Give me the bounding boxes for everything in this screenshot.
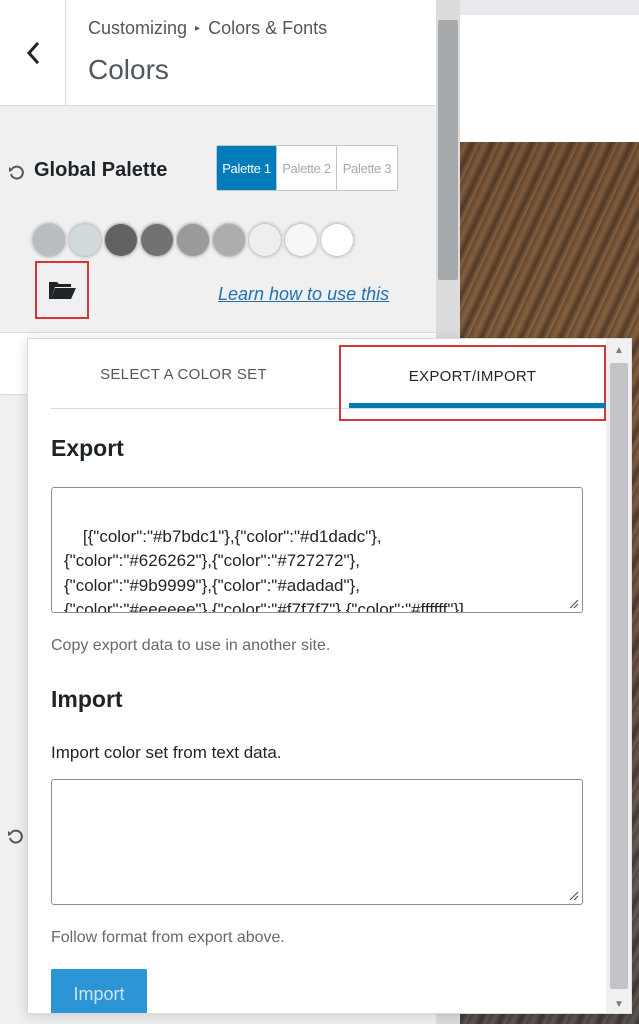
customizer-header: Customizing ▸ Colors & Fonts Colors xyxy=(0,0,436,106)
color-swatch[interactable] xyxy=(102,221,140,259)
color-swatches xyxy=(30,221,356,259)
import-heading: Import xyxy=(51,686,123,712)
scroll-down-icon[interactable]: ▼ xyxy=(606,993,631,1013)
popover-tabs: SELECT A COLOR SET EXPORT/IMPORT xyxy=(51,339,615,421)
breadcrumb: Customizing ▸ Colors & Fonts xyxy=(88,18,327,39)
export-data: [{"color":"#b7bdc1"},{"color":"#d1dadc"}… xyxy=(64,526,464,613)
import-textarea[interactable] xyxy=(51,779,583,905)
resize-handle-icon[interactable] xyxy=(567,597,579,609)
color-swatch[interactable] xyxy=(138,221,176,259)
import-button[interactable]: Import xyxy=(51,969,147,1013)
global-palette-control: Global Palette Palette 1 Palette 2 Palet… xyxy=(0,106,436,332)
active-tab-indicator xyxy=(349,403,615,408)
chevron-left-icon xyxy=(26,41,39,65)
palette-tabs: Palette 1 Palette 2 Palette 3 xyxy=(216,145,398,191)
breadcrumb-separator-icon: ▸ xyxy=(195,23,201,34)
preview-top-bar xyxy=(460,0,639,15)
tab-export-import[interactable]: EXPORT/IMPORT xyxy=(339,345,615,421)
breadcrumb-root: Customizing xyxy=(88,18,188,38)
color-swatch[interactable] xyxy=(210,221,248,259)
popover-scrollbar[interactable]: ▲ ▼ xyxy=(606,339,631,1013)
import-help-text: Follow format from export above. xyxy=(51,929,285,946)
export-import-button[interactable] xyxy=(35,261,89,319)
export-textarea[interactable]: [{"color":"#b7bdc1"},{"color":"#d1dadc"}… xyxy=(51,487,583,613)
popover-scrollbar-thumb[interactable] xyxy=(610,363,628,989)
color-swatch[interactable] xyxy=(66,221,104,259)
folder-open-icon xyxy=(49,282,76,299)
import-description: Import color set from text data. xyxy=(51,743,282,762)
color-swatch[interactable] xyxy=(318,221,356,259)
resize-handle-icon[interactable] xyxy=(567,889,579,901)
color-swatch[interactable] xyxy=(174,221,212,259)
palette-popover: SELECT A COLOR SET EXPORT/IMPORT Export … xyxy=(27,338,632,1014)
export-heading: Export xyxy=(51,435,124,461)
scroll-up-icon[interactable]: ▲ xyxy=(606,339,631,361)
tab-palette-1[interactable]: Palette 1 xyxy=(217,146,277,190)
back-button[interactable] xyxy=(0,0,66,106)
tab-select-color-set[interactable]: SELECT A COLOR SET xyxy=(51,339,316,409)
breadcrumb-child: Colors & Fonts xyxy=(208,18,328,38)
undo-icon[interactable] xyxy=(8,164,26,182)
page-title: Colors xyxy=(88,54,169,85)
tab-export-import-label: EXPORT/IMPORT xyxy=(408,367,537,385)
tab-palette-2[interactable]: Palette 2 xyxy=(277,146,337,190)
undo-icon[interactable] xyxy=(7,828,25,846)
export-help-text: Copy export data to use in another site. xyxy=(51,637,331,654)
learn-how-link[interactable]: Learn how to use this xyxy=(218,284,389,305)
tab-palette-3[interactable]: Palette 3 xyxy=(337,146,397,190)
color-swatch[interactable] xyxy=(30,221,68,259)
global-palette-label: Global Palette xyxy=(34,159,168,181)
color-swatch[interactable] xyxy=(246,221,284,259)
sidebar-scrollbar-thumb[interactable] xyxy=(438,20,458,280)
color-swatch[interactable] xyxy=(282,221,320,259)
